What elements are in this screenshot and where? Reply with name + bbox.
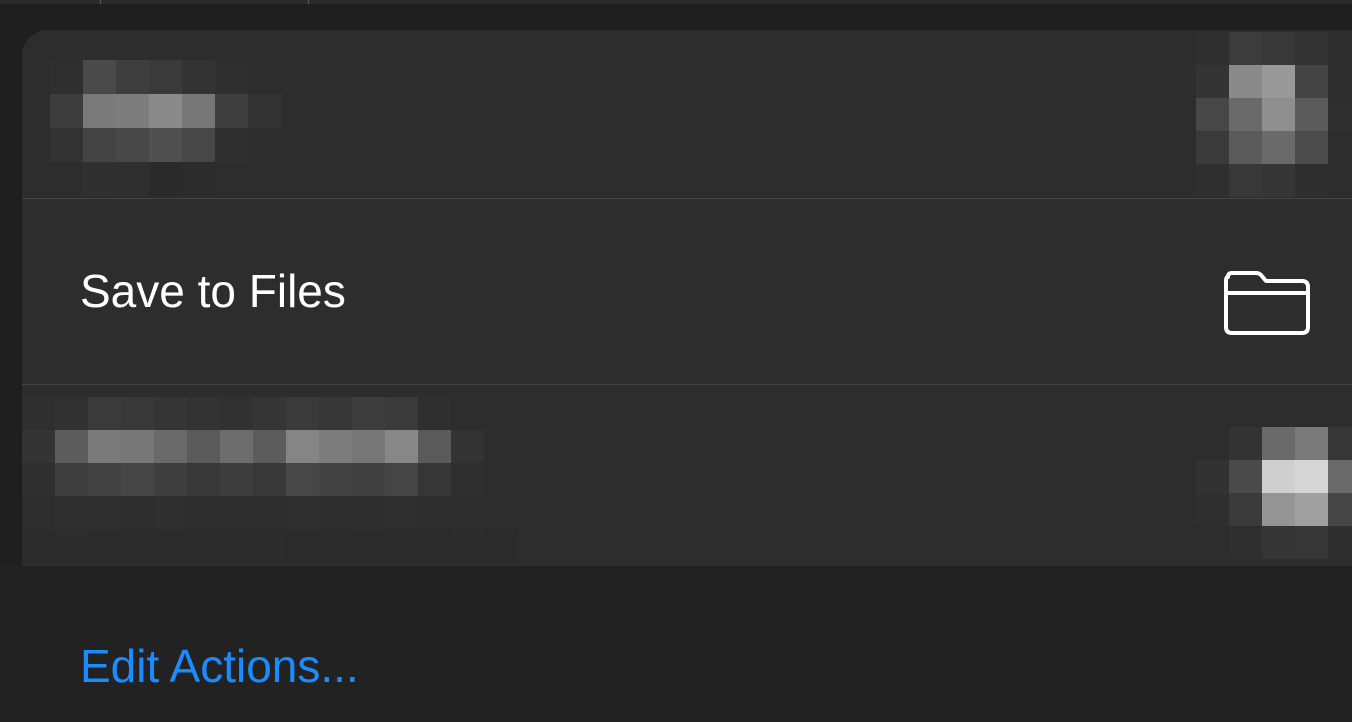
redacted-icon bbox=[1196, 427, 1352, 559]
redacted-label bbox=[50, 60, 314, 196]
edge-tick bbox=[308, 0, 309, 4]
folder-icon bbox=[1224, 271, 1310, 335]
save-to-files-row[interactable]: Save to Files bbox=[22, 199, 1352, 384]
action-row-redacted-2[interactable] bbox=[22, 385, 1352, 566]
top-edge bbox=[0, 0, 1352, 4]
save-to-files-label: Save to Files bbox=[80, 265, 346, 317]
action-list: Save to Files bbox=[22, 30, 1352, 566]
edit-actions-button[interactable]: Edit Actions... bbox=[80, 638, 359, 694]
sheet-footer: Edit Actions... bbox=[0, 566, 1352, 722]
share-sheet-screen: { "sheet": { "rows": [ { "label": "", "i… bbox=[0, 0, 1352, 722]
redacted-label bbox=[22, 397, 517, 562]
action-row-redacted-1[interactable] bbox=[22, 30, 1352, 198]
edge-tick bbox=[100, 0, 101, 4]
redacted-icon bbox=[1196, 32, 1352, 197]
